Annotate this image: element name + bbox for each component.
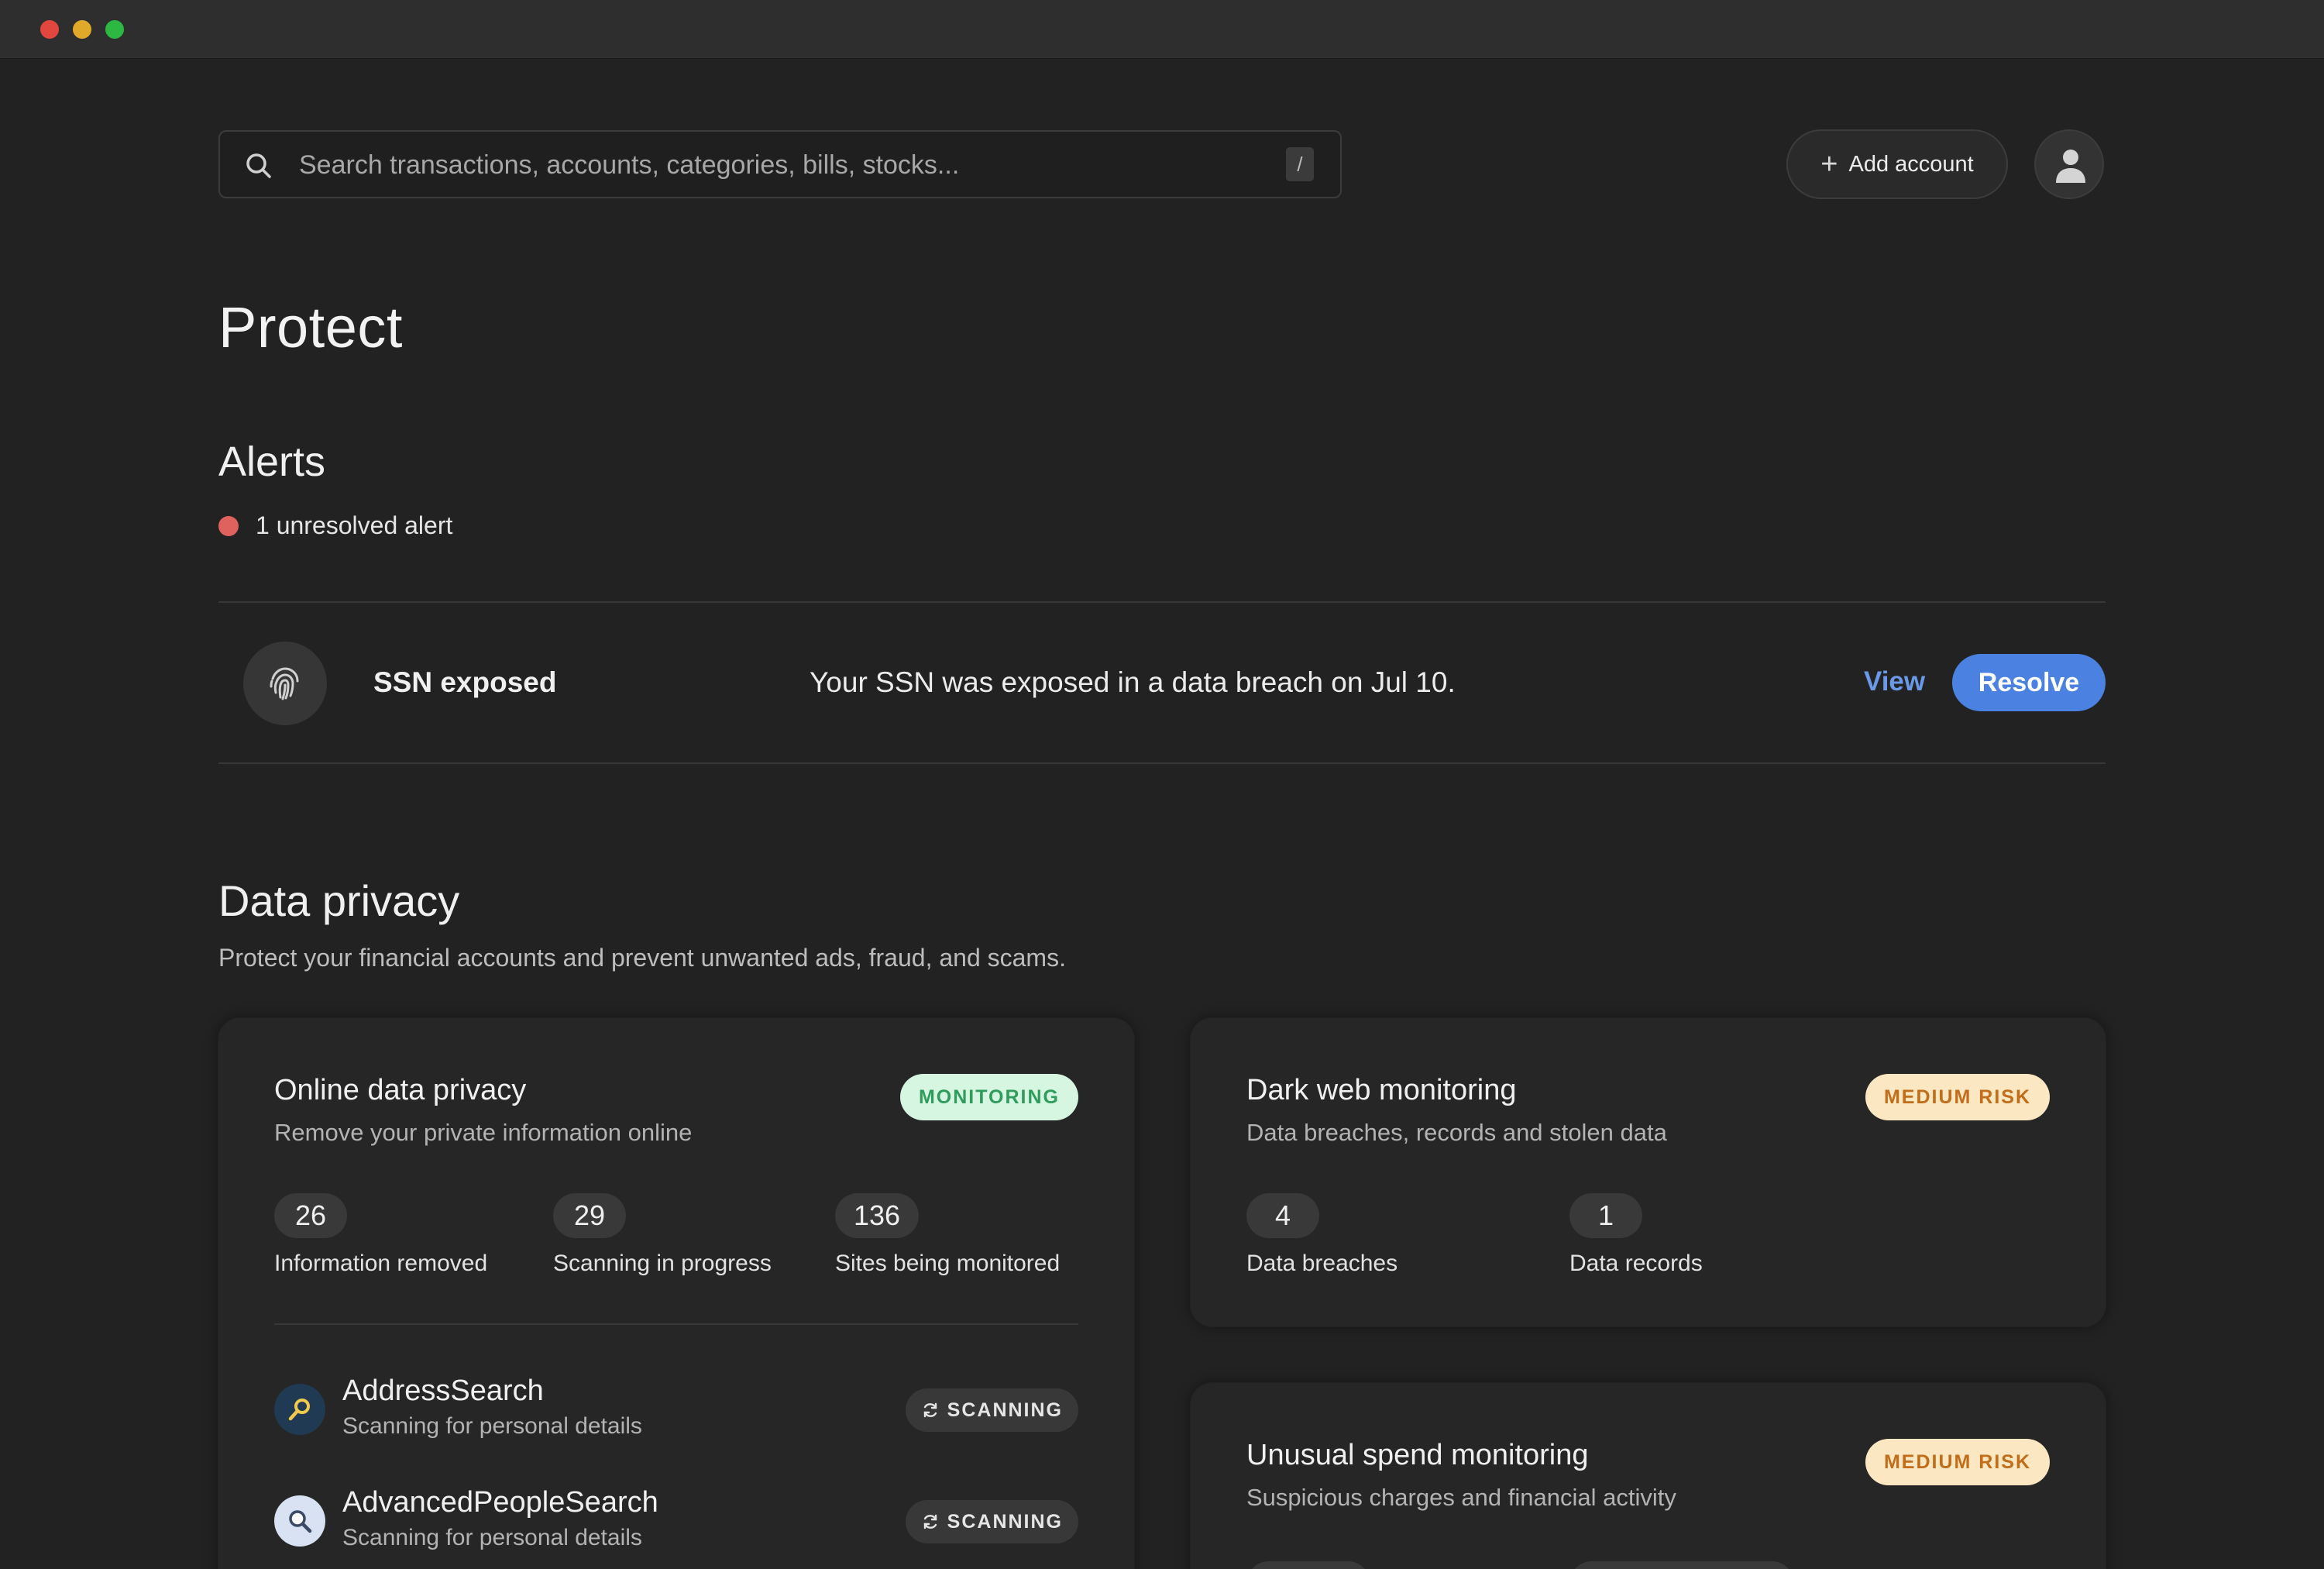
status-badge: MONITORING bbox=[899, 1074, 1078, 1120]
plus-icon: + bbox=[1820, 148, 1838, 181]
app-window: / + Add account Protect Alerts 1 unresol… bbox=[0, 0, 2324, 1569]
scanning-status-badge: SCANNING bbox=[905, 1388, 1078, 1432]
refresh-icon bbox=[923, 1402, 937, 1418]
advanced-people-search-logo-icon bbox=[274, 1495, 325, 1547]
site-name: AddressSearch bbox=[342, 1375, 544, 1407]
minimize-window-button[interactable] bbox=[73, 20, 91, 39]
stat-value bbox=[1569, 1561, 1794, 1569]
search-shortcut-key: / bbox=[1286, 147, 1314, 181]
page-title: Protect bbox=[218, 295, 403, 360]
stat-value: 4 bbox=[1246, 1193, 1319, 1238]
close-window-button[interactable] bbox=[40, 20, 59, 39]
stat-label: Data records bbox=[1569, 1251, 1703, 1276]
stat-value: 136 bbox=[835, 1193, 920, 1238]
card-subtitle: Remove your private information online bbox=[274, 1119, 693, 1146]
address-search-logo-icon bbox=[274, 1384, 325, 1435]
view-alert-link[interactable]: View bbox=[1864, 666, 1925, 697]
alert-title: SSN exposed bbox=[373, 666, 557, 698]
unusual-spend-monitoring-card[interactable]: Unusual spend monitoring Suspicious char… bbox=[1191, 1383, 2106, 1569]
user-avatar-button[interactable] bbox=[2034, 129, 2104, 199]
scan-status-text: SCANNING bbox=[947, 1399, 1063, 1421]
card-subtitle: Data breaches, records and stolen data bbox=[1246, 1119, 1667, 1146]
site-subtitle: Scanning for personal details bbox=[342, 1525, 642, 1550]
scan-status-text: SCANNING bbox=[947, 1510, 1063, 1533]
list-item[interactable]: AddressSearch Scanning for personal deta… bbox=[274, 1375, 1078, 1444]
stat-label: Information removed bbox=[274, 1251, 488, 1276]
stat-value bbox=[1246, 1561, 1370, 1569]
maximize-window-button[interactable] bbox=[105, 20, 124, 39]
card-title: Dark web monitoring bbox=[1246, 1074, 1517, 1106]
search-icon bbox=[243, 150, 274, 181]
card-subtitle: Suspicious charges and financial activit… bbox=[1246, 1484, 1676, 1511]
refresh-icon bbox=[923, 1514, 937, 1529]
risk-badge: MEDIUM RISK bbox=[1865, 1074, 2050, 1120]
data-privacy-heading: Data privacy bbox=[218, 876, 460, 925]
stat-label: Data breaches bbox=[1246, 1251, 1398, 1276]
alert-status-dot-icon bbox=[218, 515, 239, 536]
alert-row-ssn-exposed: SSN exposed Your SSN was exposed in a da… bbox=[218, 603, 2106, 762]
resolve-alert-button[interactable]: Resolve bbox=[1952, 654, 2106, 711]
site-name: AdvancedPeopleSearch bbox=[342, 1486, 658, 1519]
stat-scanning-in-progress: 29 Scanning in progress bbox=[553, 1193, 772, 1277]
scanning-status-badge: SCANNING bbox=[905, 1500, 1078, 1543]
stat-sites-being-monitored: 136 Sites being monitored bbox=[835, 1193, 1060, 1277]
alert-description: Your SSN was exposed in a data breach on… bbox=[810, 666, 1456, 698]
stat-data-breaches: 4 Data breaches bbox=[1246, 1193, 1397, 1277]
online-data-privacy-card[interactable]: Online data privacy Remove your private … bbox=[218, 1018, 1134, 1569]
stat-label: Scanning in progress bbox=[553, 1251, 772, 1276]
search-bar[interactable]: / bbox=[218, 130, 1342, 198]
fingerprint-icon bbox=[243, 642, 327, 725]
card-title: Unusual spend monitoring bbox=[1246, 1439, 1589, 1471]
stat-value: 26 bbox=[274, 1193, 347, 1238]
divider bbox=[274, 1323, 1078, 1325]
data-privacy-subtitle: Protect your financial accounts and prev… bbox=[218, 944, 1066, 972]
user-icon bbox=[2056, 150, 2085, 183]
list-item[interactable]: AdvancedPeopleSearch Scanning for person… bbox=[274, 1486, 1078, 1556]
search-input[interactable] bbox=[297, 132, 1230, 198]
dark-web-monitoring-card[interactable]: Dark web monitoring Data breaches, recor… bbox=[1191, 1018, 2106, 1326]
unresolved-alert-count: 1 unresolved alert bbox=[218, 511, 452, 540]
stat-label: Sites being monitored bbox=[835, 1251, 1061, 1276]
risk-badge: MEDIUM RISK bbox=[1865, 1439, 2050, 1485]
alerts-heading: Alerts bbox=[218, 439, 326, 485]
card-title: Online data privacy bbox=[274, 1074, 527, 1106]
stat-data-records: 1 Data records bbox=[1569, 1193, 1703, 1277]
site-subtitle: Scanning for personal details bbox=[342, 1413, 642, 1439]
alert-count-text: 1 unresolved alert bbox=[256, 511, 453, 539]
stat-value: 1 bbox=[1569, 1193, 1642, 1238]
title-bar bbox=[0, 0, 2324, 59]
divider bbox=[218, 762, 2106, 764]
stat-information-removed: 26 Information removed bbox=[274, 1193, 487, 1277]
add-account-button[interactable]: + Add account bbox=[1786, 129, 2008, 199]
stat-value: 29 bbox=[553, 1193, 626, 1238]
add-account-label: Add account bbox=[1848, 151, 1974, 177]
